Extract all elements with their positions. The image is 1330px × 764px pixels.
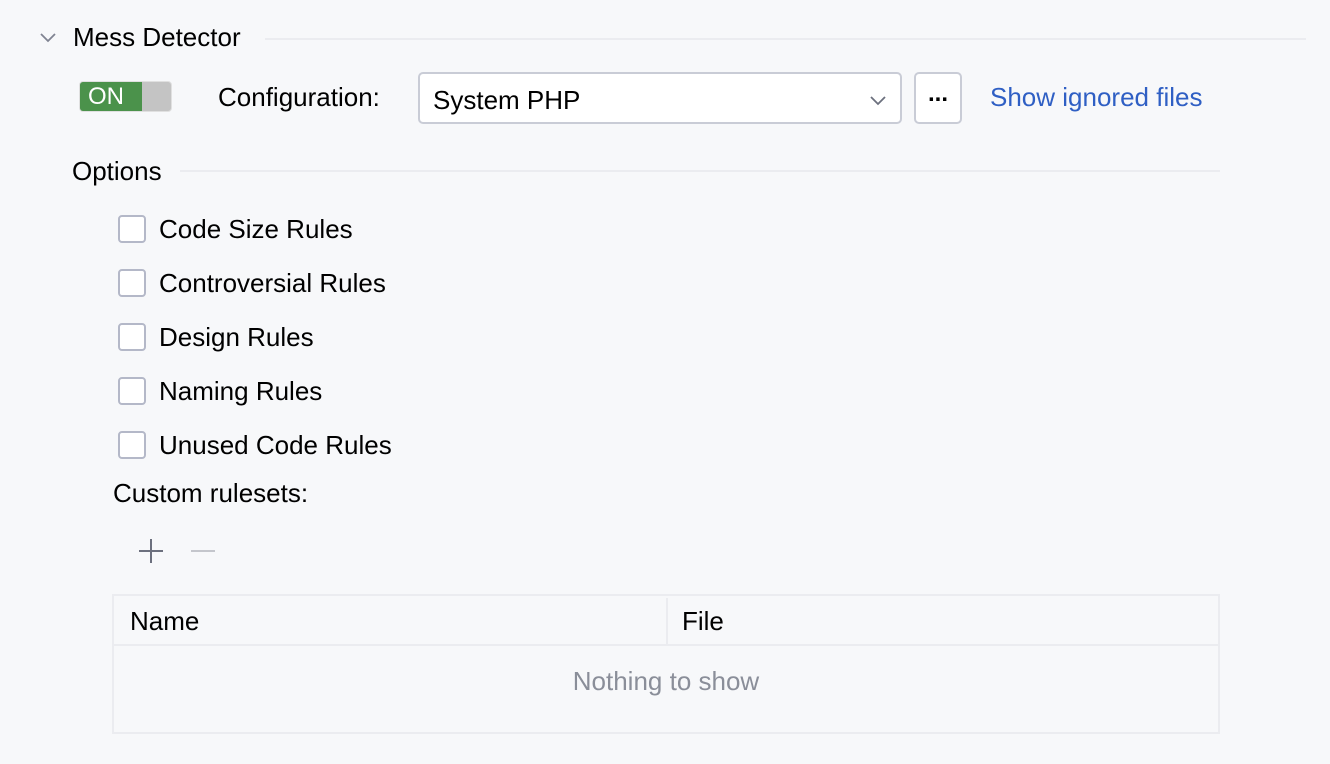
toggle-on-label: ON [80,82,142,111]
chevron-down-icon[interactable] [38,27,58,47]
options-title: Options [72,156,162,186]
checkbox-code-size-rules[interactable]: Code Size Rules [118,213,353,245]
checkbox-design-rules[interactable]: Design Rules [118,321,314,353]
configuration-value: System PHP [433,85,581,115]
checkbox[interactable] [118,323,146,351]
checkbox[interactable] [118,431,146,459]
table-header: Name File [114,596,1218,646]
options-separator [180,170,1220,172]
column-header-file[interactable]: File [682,605,724,637]
minus-icon[interactable] [188,536,218,566]
configuration-label: Configuration: [218,82,380,112]
plus-icon[interactable] [136,536,166,566]
section-title[interactable]: Mess Detector [73,21,241,53]
checkbox-label: Naming Rules [159,376,323,406]
custom-rulesets-label: Custom rulesets: [113,478,309,508]
checkbox[interactable] [118,269,146,297]
custom-rulesets-table[interactable]: Name File Nothing to show [112,594,1220,734]
configuration-dropdown[interactable]: System PHP [418,72,902,124]
show-ignored-files-link[interactable]: Show ignored files [990,81,1202,113]
checkbox-label: Controversial Rules [159,268,386,298]
empty-table-message: Nothing to show [572,666,760,696]
checkbox-naming-rules[interactable]: Naming Rules [118,375,322,407]
section-separator [265,38,1306,40]
column-separator[interactable] [666,598,668,644]
checkbox-label: Unused Code Rules [159,430,392,460]
checkbox[interactable] [118,215,146,243]
chevron-down-icon [870,96,886,106]
checkbox-label: Design Rules [159,322,314,352]
checkbox-label: Code Size Rules [159,214,353,244]
checkbox-controversial-rules[interactable]: Controversial Rules [118,267,386,299]
checkbox[interactable] [118,377,146,405]
column-header-name[interactable]: Name [130,605,199,637]
enable-toggle[interactable]: ON [79,81,172,112]
browse-configuration-button[interactable]: ... [914,72,962,124]
checkbox-unused-code-rules[interactable]: Unused Code Rules [118,429,392,461]
